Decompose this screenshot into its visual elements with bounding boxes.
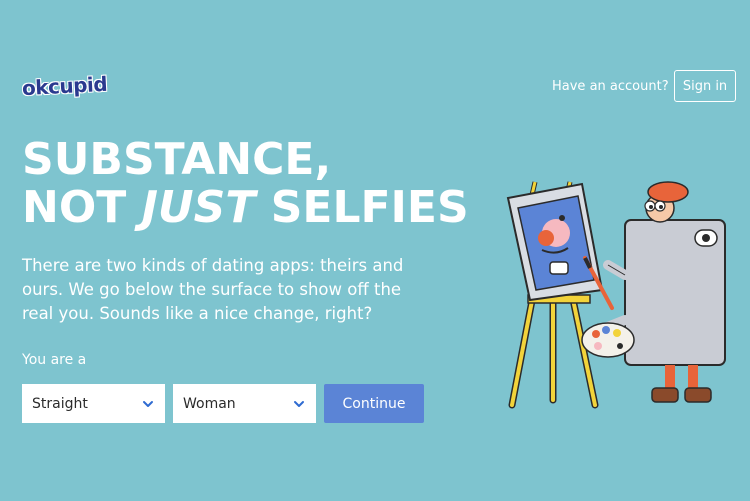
headline-line-2: NOT JUST SELFIES — [22, 184, 469, 232]
palette-icon — [581, 322, 635, 358]
you-are-label: You are a — [22, 352, 87, 368]
orientation-value: Straight — [32, 395, 88, 412]
painter-phone-illustration — [506, 181, 726, 409]
orientation-select[interactable]: Straight — [22, 384, 165, 423]
phone-character-icon — [595, 181, 726, 403]
hero-subtext: There are two kinds of dating apps: thei… — [22, 256, 404, 323]
chevron-down-icon — [294, 400, 304, 407]
headline-selfies: SELFIES — [255, 182, 469, 233]
headline-just: JUST — [141, 182, 256, 233]
continue-button[interactable]: Continue — [324, 384, 424, 423]
sign-in-button[interactable]: Sign in — [674, 70, 736, 102]
headline-not: NOT — [22, 182, 142, 233]
have-account-text: Have an account? — [552, 79, 669, 94]
gender-select[interactable]: Woman — [173, 384, 316, 423]
okcupid-logo[interactable]: okcupid — [21, 72, 107, 100]
chevron-down-icon — [143, 400, 153, 407]
headline-line-1: SUBSTANCE, — [22, 134, 332, 185]
canvas-icon — [506, 182, 604, 302]
gender-value: Woman — [183, 395, 236, 412]
page-headline: SUBSTANCE, NOT JUST SELFIES — [22, 136, 469, 232]
